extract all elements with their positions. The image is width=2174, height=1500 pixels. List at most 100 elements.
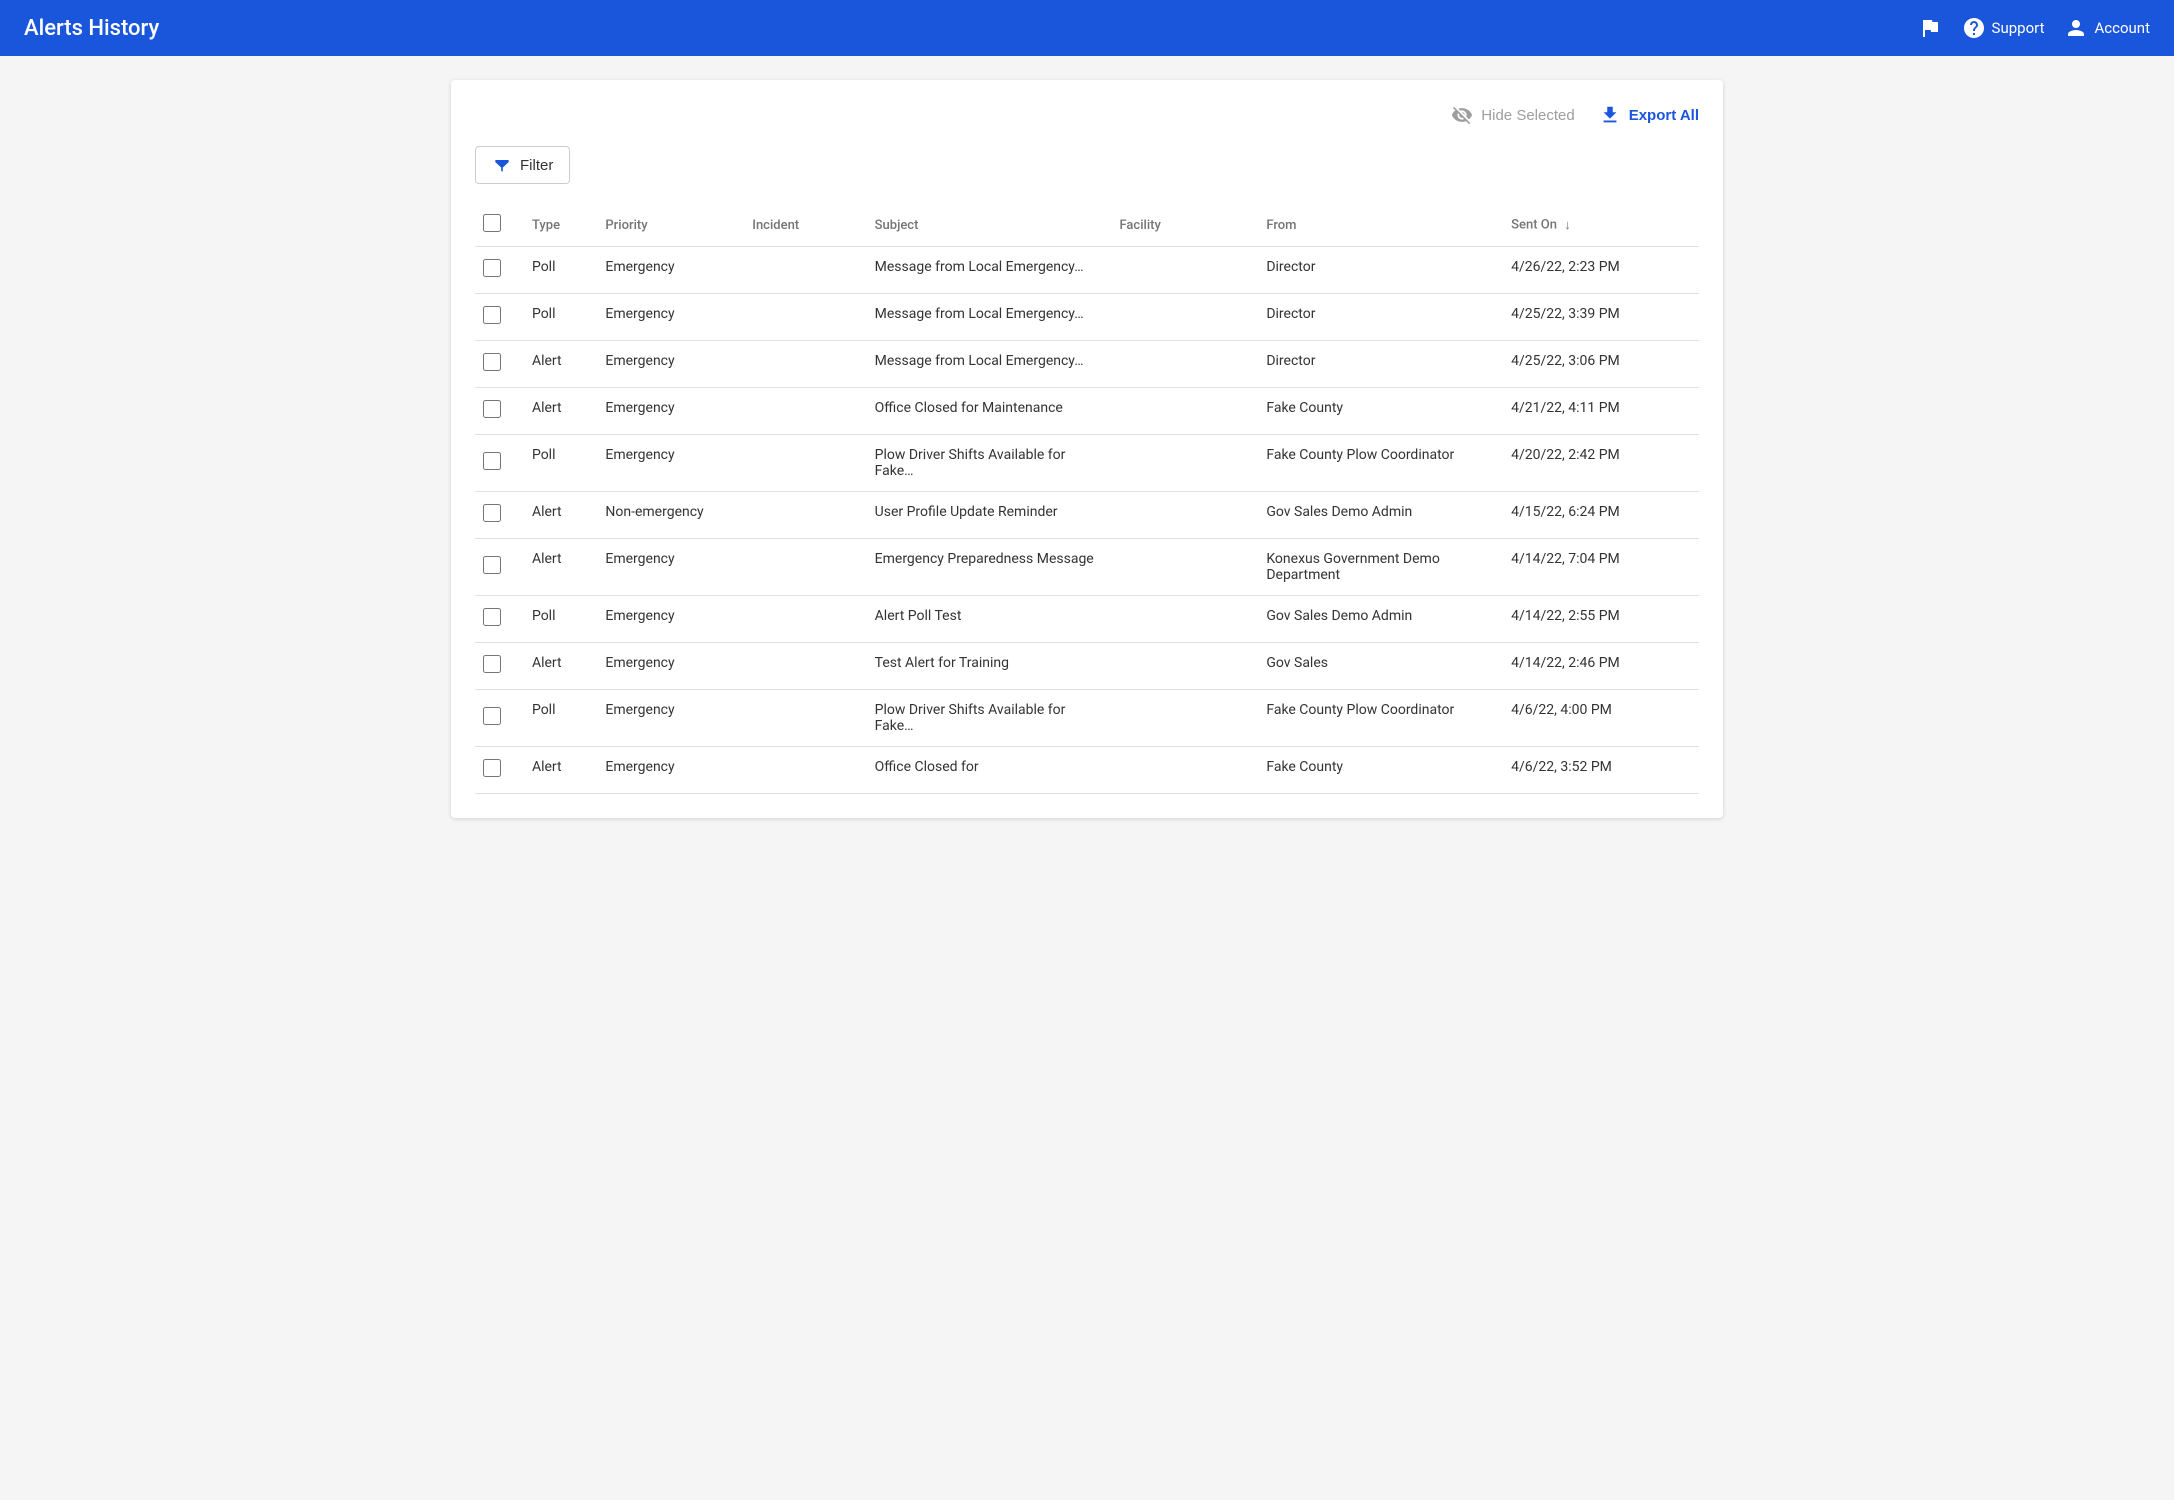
type-cell: Alert [524,492,597,539]
incident-cell [744,341,866,388]
support-button[interactable]: Support [1962,16,2045,40]
row-checkbox-4[interactable] [483,452,501,470]
filter-section: Filter [475,146,1699,184]
hide-selected-button[interactable]: Hide Selected [1451,104,1574,126]
facility-cell [1111,596,1258,643]
incident-cell [744,643,866,690]
priority-cell: Emergency [597,539,744,596]
from-cell: Director [1258,341,1503,388]
table-row: AlertEmergencyOffice Closed for Maintena… [475,388,1699,435]
row-checkbox-5[interactable] [483,504,501,522]
from-cell: Director [1258,294,1503,341]
incident-cell [744,388,866,435]
filter-button[interactable]: Filter [475,146,570,184]
row-checkbox-7[interactable] [483,608,501,626]
from-cell: Konexus Government Demo Department [1258,539,1503,596]
select-all-checkbox[interactable] [483,214,501,232]
facility-column-header: Facility [1111,204,1258,247]
alerts-table-container: Type Priority Incident Subject Facility … [475,204,1699,794]
subject-cell: Message from Local Emergency… [867,247,1112,294]
from-cell: Fake County [1258,747,1503,794]
row-checkbox-1[interactable] [483,306,501,324]
row-checkbox-8[interactable] [483,655,501,673]
type-cell: Alert [524,388,597,435]
table-row: AlertEmergencyOffice Closed forFake Coun… [475,747,1699,794]
type-cell: Poll [524,690,597,747]
row-checkbox-3[interactable] [483,400,501,418]
incident-cell [744,247,866,294]
senton-cell: 4/6/22, 4:00 PM [1503,690,1699,747]
select-all-column [475,204,524,247]
senton-cell: 4/14/22, 2:55 PM [1503,596,1699,643]
incident-cell [744,747,866,794]
senton-cell: 4/25/22, 3:06 PM [1503,341,1699,388]
subject-cell: Emergency Preparedness Message [867,539,1112,596]
table-body: PollEmergencyMessage from Local Emergenc… [475,247,1699,794]
row-checkbox-cell-1 [475,294,524,341]
incident-cell [744,492,866,539]
type-cell: Alert [524,539,597,596]
row-checkbox-6[interactable] [483,556,501,574]
row-checkbox-cell-5 [475,492,524,539]
facility-cell [1111,539,1258,596]
from-cell: Fake County Plow Coordinator [1258,690,1503,747]
type-cell: Poll [524,294,597,341]
subject-cell: Plow Driver Shifts Available for Fake… [867,435,1112,492]
table-row: AlertNon-emergencyUser Profile Update Re… [475,492,1699,539]
row-checkbox-2[interactable] [483,353,501,371]
priority-cell: Emergency [597,435,744,492]
type-cell: Poll [524,435,597,492]
hide-selected-label: Hide Selected [1481,107,1574,124]
incident-column-header: Incident [744,204,866,247]
table-row: PollEmergencyAlert Poll TestGov Sales De… [475,596,1699,643]
filter-icon [492,155,512,175]
header-actions: Support Account [1918,16,2150,40]
from-cell: Fake County [1258,388,1503,435]
account-button[interactable]: Account [2064,16,2150,40]
senton-column-header[interactable]: Sent On ↓ [1503,204,1699,247]
type-cell: Alert [524,341,597,388]
senton-cell: 4/14/22, 7:04 PM [1503,539,1699,596]
toolbar: Hide Selected Export All [475,104,1699,126]
from-cell: Gov Sales Demo Admin [1258,596,1503,643]
support-label: Support [1992,19,2045,37]
filter-label: Filter [520,157,553,174]
page-title: Alerts History [24,16,1918,41]
app-header: Alerts History Support Account [0,0,2174,56]
hide-icon [1451,104,1473,126]
row-checkbox-cell-7 [475,596,524,643]
facility-cell [1111,690,1258,747]
row-checkbox-cell-10 [475,747,524,794]
row-checkbox-10[interactable] [483,759,501,777]
type-cell: Alert [524,643,597,690]
from-cell: Fake County Plow Coordinator [1258,435,1503,492]
facility-cell [1111,643,1258,690]
priority-cell: Emergency [597,294,744,341]
senton-cell: 4/21/22, 4:11 PM [1503,388,1699,435]
senton-cell: 4/25/22, 3:39 PM [1503,294,1699,341]
row-checkbox-cell-6 [475,539,524,596]
alerts-card: Hide Selected Export All Filter [451,80,1723,818]
facility-cell [1111,492,1258,539]
senton-cell: 4/14/22, 2:46 PM [1503,643,1699,690]
row-checkbox-cell-9 [475,690,524,747]
table-row: PollEmergency Plow Driver Shifts Availabl… [475,435,1699,492]
priority-cell: Emergency [597,596,744,643]
export-all-button[interactable]: Export All [1599,104,1699,126]
from-column-header: From [1258,204,1503,247]
alerts-table: Type Priority Incident Subject Facility … [475,204,1699,794]
row-checkbox-9[interactable] [483,707,501,725]
row-checkbox-0[interactable] [483,259,501,277]
priority-cell: Emergency [597,690,744,747]
facility-cell [1111,341,1258,388]
flag-icon[interactable] [1918,16,1942,40]
incident-cell [744,690,866,747]
senton-cell: 4/15/22, 6:24 PM [1503,492,1699,539]
senton-cell: 4/6/22, 3:52 PM [1503,747,1699,794]
priority-cell: Emergency [597,643,744,690]
senton-cell: 4/26/22, 2:23 PM [1503,247,1699,294]
incident-cell [744,294,866,341]
from-cell: Director [1258,247,1503,294]
row-checkbox-cell-8 [475,643,524,690]
type-cell: Alert [524,747,597,794]
